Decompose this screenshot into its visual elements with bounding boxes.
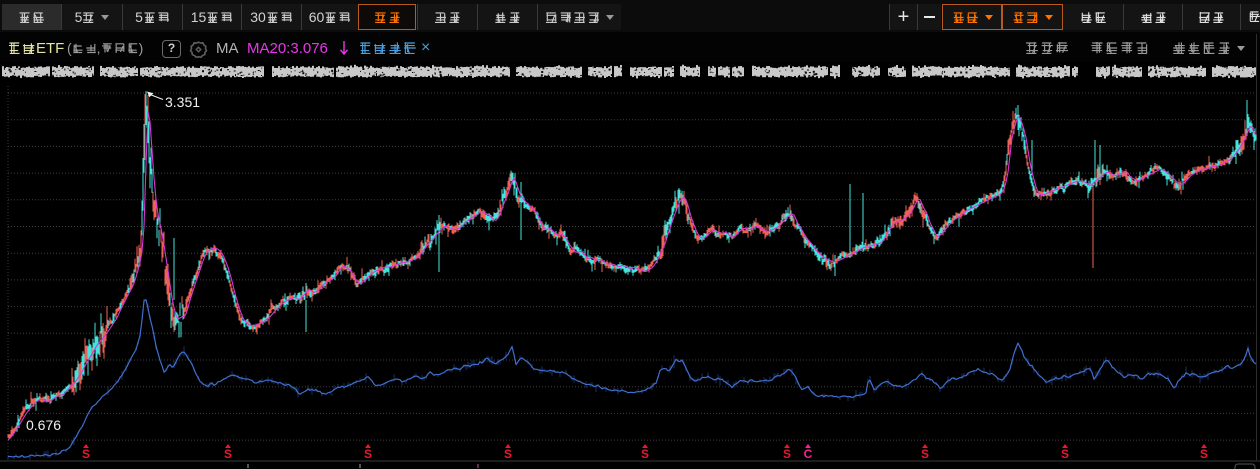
svg-text:C: C [804,447,813,461]
svg-text:S: S [1061,447,1069,461]
svg-text:S: S [1200,447,1208,461]
svg-text:S: S [921,447,929,461]
svg-text:S: S [504,447,512,461]
svg-text:S: S [82,447,90,461]
svg-text:S: S [224,447,232,461]
svg-text:S: S [364,447,372,461]
svg-text:S: S [641,447,649,461]
svg-text:S: S [783,447,791,461]
svg-text:3.351: 3.351 [165,94,200,110]
svg-text:0.676: 0.676 [26,417,61,433]
